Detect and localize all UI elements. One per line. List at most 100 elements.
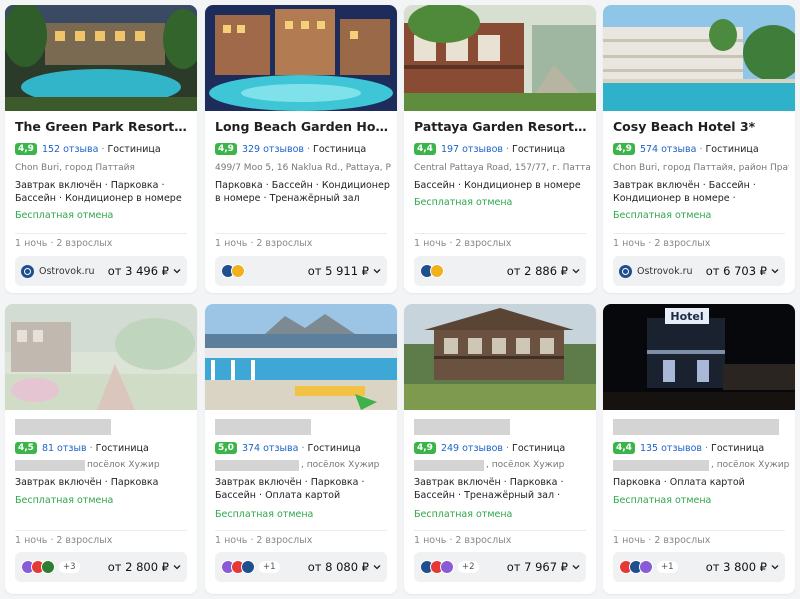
price-offer-button[interactable]: +2 от 7 967 ₽ bbox=[414, 552, 586, 582]
hotel-meta: 4,9 574 отзыва · Гостиница bbox=[613, 141, 789, 157]
hotel-amenities: Завтрак включён · Парковка · Бассейн · К… bbox=[15, 180, 182, 204]
more-providers-count: +2 bbox=[458, 561, 479, 573]
hotel-photo[interactable] bbox=[603, 5, 795, 111]
price-offer-button[interactable]: от 2 886 ₽ bbox=[414, 256, 586, 286]
hotel-amenities: Завтрак включён · Парковка bbox=[15, 477, 159, 488]
provider-logos: +2 bbox=[420, 560, 507, 574]
hotel-title[interactable]: The Green Park Resort 3* bbox=[15, 119, 189, 137]
chevron-down-icon bbox=[173, 563, 181, 571]
stay-details: 1 ночь · 2 взрослых bbox=[613, 238, 711, 249]
rating-badge: 4,9 bbox=[15, 143, 37, 155]
provider-logos bbox=[221, 264, 308, 278]
hotel-address: , посёлок Хужир bbox=[215, 458, 391, 472]
free-cancellation: Бесплатная отмена bbox=[414, 509, 513, 520]
hotel-title-placeholder[interactable] bbox=[215, 419, 311, 435]
hotel-type: Гостиница bbox=[107, 143, 161, 155]
price-offer-button[interactable]: Ostrovok.ru от 6 703 ₽ bbox=[613, 256, 785, 286]
stay-details: 1 ночь · 2 взрослых bbox=[215, 535, 313, 546]
free-cancellation: Бесплатная отмена bbox=[215, 509, 314, 520]
chevron-down-icon bbox=[572, 563, 580, 571]
hotel-photo[interactable] bbox=[205, 5, 397, 111]
price-offer-button[interactable]: от 5 911 ₽ bbox=[215, 256, 387, 286]
divider bbox=[414, 233, 586, 234]
reviews-link[interactable]: 197 отзывов bbox=[441, 144, 503, 155]
price: от 6 703 ₽ bbox=[705, 264, 767, 278]
price-offer-button[interactable]: +1 от 8 080 ₽ bbox=[215, 552, 387, 582]
hotel-title[interactable]: Long Beach Garden Hotel … bbox=[215, 119, 389, 137]
free-cancellation: Бесплатная отмена bbox=[613, 210, 712, 221]
hotel-title[interactable]: Pattaya Garden Resort 3* bbox=[414, 119, 588, 137]
provider-name: Ostrovok.ru bbox=[39, 265, 95, 277]
hotel-photo[interactable] bbox=[205, 304, 397, 410]
reviews-link[interactable]: 135 отзывов bbox=[640, 443, 702, 454]
hotel-card[interactable]: Pattaya Garden Resort 3* 4,4 197 отзывов… bbox=[404, 5, 596, 293]
address-locality: посёлок Хужир bbox=[87, 460, 160, 470]
hotel-address: , посёлок Хужир bbox=[613, 458, 789, 472]
hotel-card[interactable]: Cosy Beach Hotel 3* 4,9 574 отзыва · Гос… bbox=[603, 5, 795, 293]
more-providers-count: +3 bbox=[59, 561, 80, 573]
reviews-link[interactable]: 81 отзыв bbox=[42, 443, 87, 454]
hotel-photo[interactable] bbox=[5, 304, 197, 410]
provider-logos bbox=[420, 264, 507, 278]
chevron-down-icon bbox=[173, 267, 181, 275]
hotel-card[interactable]: 4,5 81 отзыв · Гостиница посёлок Хужир З… bbox=[5, 304, 197, 594]
hotel-meta: 4,4 197 отзывов · Гостиница bbox=[414, 141, 590, 157]
hotel-title-placeholder[interactable] bbox=[613, 419, 779, 435]
price: от 3 496 ₽ bbox=[107, 264, 169, 278]
address-placeholder bbox=[15, 459, 85, 471]
reviews-link[interactable]: 249 отзывов bbox=[441, 443, 503, 454]
hotel-sign: Hotel bbox=[670, 310, 703, 323]
price: от 8 080 ₽ bbox=[307, 560, 369, 574]
separator: · bbox=[705, 442, 709, 454]
separator: · bbox=[699, 143, 703, 155]
hotel-card[interactable]: 4,9 249 отзывов · Гостиница , посёлок Ху… bbox=[404, 304, 596, 594]
reviews-link[interactable]: 329 отзывов bbox=[242, 144, 304, 155]
price-offer-button[interactable]: Ostrovok.ru от 3 496 ₽ bbox=[15, 256, 187, 286]
hotel-meta: 4,9 329 отзывов · Гостиница bbox=[215, 141, 391, 157]
hotel-card[interactable]: The Green Park Resort 3* 4,9 152 отзыва … bbox=[5, 5, 197, 293]
hotel-card[interactable]: 5,0 374 отзыва · Гостиница , посёлок Хуж… bbox=[205, 304, 397, 594]
stay-details: 1 ночь · 2 взрослых bbox=[414, 535, 512, 546]
separator: · bbox=[301, 442, 305, 454]
chevron-down-icon bbox=[771, 563, 779, 571]
provider-logo-icon bbox=[639, 560, 653, 574]
stay-details: 1 ночь · 2 взрослых bbox=[613, 535, 711, 546]
free-cancellation: Бесплатная отмена bbox=[15, 210, 114, 221]
free-cancellation: Бесплатная отмена bbox=[613, 495, 712, 506]
provider-logos: +1 bbox=[221, 560, 308, 574]
hotel-type: Гостиница bbox=[711, 442, 765, 454]
price: от 5 911 ₽ bbox=[307, 264, 369, 278]
hotel-title[interactable]: Cosy Beach Hotel 3* bbox=[613, 119, 787, 137]
price-offer-button[interactable]: +3 от 2 800 ₽ bbox=[15, 552, 187, 582]
hotel-type: Гостиница bbox=[705, 143, 759, 155]
chevron-down-icon bbox=[771, 267, 779, 275]
hotel-title-placeholder[interactable] bbox=[15, 419, 111, 435]
reviews-link[interactable]: 374 отзыва bbox=[242, 443, 298, 454]
provider-logo-icon bbox=[440, 560, 454, 574]
provider-logos: +3 bbox=[21, 560, 108, 574]
hotel-amenities: Бассейн · Кондиционер в номере bbox=[414, 180, 581, 191]
hotel-card[interactable]: Hotel 4,4 135 отзывов · Гостиница , посё… bbox=[603, 304, 795, 594]
hotel-title-placeholder[interactable] bbox=[414, 419, 510, 435]
hotel-photo[interactable]: Hotel bbox=[603, 304, 795, 410]
separator: · bbox=[307, 143, 311, 155]
hotel-photo[interactable] bbox=[404, 5, 596, 111]
provider-name: Ostrovok.ru bbox=[637, 265, 693, 277]
price-offer-button[interactable]: +1 от 3 800 ₽ bbox=[613, 552, 785, 582]
provider-logo-icon bbox=[430, 264, 444, 278]
reviews-link[interactable]: 574 отзыва bbox=[640, 144, 696, 155]
hotel-amenities: Завтрак включён · Парковка · Бассейн · Т… bbox=[414, 477, 564, 501]
hotel-address: , посёлок Хужир bbox=[414, 458, 590, 472]
hotel-type: Гостиница bbox=[95, 442, 149, 454]
rating-badge: 4,4 bbox=[613, 442, 635, 454]
rating-badge: 4,4 bbox=[414, 143, 436, 155]
hotel-meta: 4,9 249 отзывов · Гостиница bbox=[414, 440, 590, 456]
provider-logos: Ostrovok.ru bbox=[21, 264, 108, 278]
hotel-photo[interactable] bbox=[5, 5, 197, 111]
price: от 7 967 ₽ bbox=[506, 560, 568, 574]
hotel-address: посёлок Хужир bbox=[15, 458, 191, 472]
hotel-photo[interactable] bbox=[404, 304, 596, 410]
hotel-card[interactable]: Long Beach Garden Hotel … 4,9 329 отзыво… bbox=[205, 5, 397, 293]
hotel-type: Гостиница bbox=[512, 143, 566, 155]
reviews-link[interactable]: 152 отзыва bbox=[42, 144, 98, 155]
